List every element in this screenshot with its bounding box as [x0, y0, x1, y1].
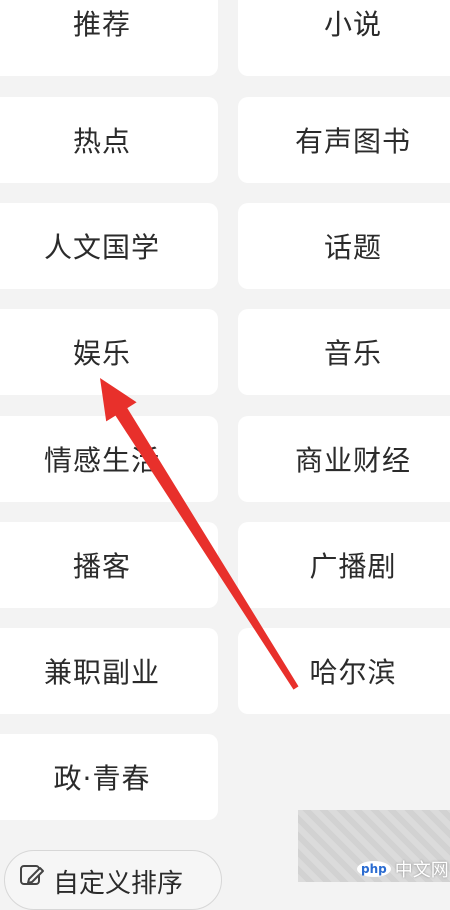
- category-tile-right-4[interactable]: 音乐: [238, 309, 450, 395]
- category-tile-right-7[interactable]: 哈尔滨: [238, 628, 450, 714]
- edit-icon: [20, 865, 44, 885]
- category-label: 人文国学: [43, 231, 160, 264]
- category-label: 播客: [72, 550, 131, 583]
- category-tile-left-5[interactable]: 情感生活: [0, 416, 218, 502]
- category-tile-left-6[interactable]: 播客: [0, 522, 218, 608]
- category-tile-right-3[interactable]: 话题: [238, 203, 450, 289]
- category-tile-right-2[interactable]: 有声图书: [238, 97, 450, 183]
- category-label: 小说: [323, 8, 382, 41]
- category-label: 商业财经: [294, 444, 411, 477]
- category-tile-left-3[interactable]: 人文国学: [0, 203, 218, 289]
- category-label: 热点: [72, 125, 131, 158]
- category-tile-left-2[interactable]: 热点: [0, 97, 218, 183]
- watermark-text: 中文网: [394, 860, 449, 881]
- category-label: 有声图书: [294, 125, 411, 158]
- category-tile-right-6[interactable]: 广播剧: [238, 522, 450, 608]
- category-label: 情感生活: [43, 444, 160, 477]
- category-label: 话题: [323, 231, 382, 264]
- category-label: 广播剧: [309, 550, 397, 583]
- category-label: 推荐: [72, 8, 131, 41]
- category-tile-left-1[interactable]: 推荐: [0, 0, 218, 76]
- category-tile-left-8[interactable]: 政·青春: [0, 734, 218, 820]
- category-label: 娱乐: [72, 337, 131, 370]
- category-tile-left-7[interactable]: 兼职副业: [0, 628, 218, 714]
- watermark-logo: php 中文网: [357, 856, 449, 882]
- category-tile-right-1[interactable]: 小说: [238, 0, 450, 76]
- category-label: 政·青春: [53, 762, 151, 795]
- category-grid: 推荐 小说 热点 有声图书 人文国学 话题 娱乐 音乐 情感生活 商业财经 播客…: [0, 0, 450, 910]
- category-tile-right-5[interactable]: 商业财经: [238, 416, 450, 502]
- category-label: 兼职副业: [43, 656, 160, 689]
- category-label: 哈尔滨: [309, 656, 397, 689]
- custom-sort-button[interactable]: 自定义排序: [4, 850, 222, 910]
- category-label: 音乐: [323, 337, 382, 370]
- php-logo-icon: php: [357, 861, 391, 877]
- category-tile-left-4[interactable]: 娱乐: [0, 309, 218, 395]
